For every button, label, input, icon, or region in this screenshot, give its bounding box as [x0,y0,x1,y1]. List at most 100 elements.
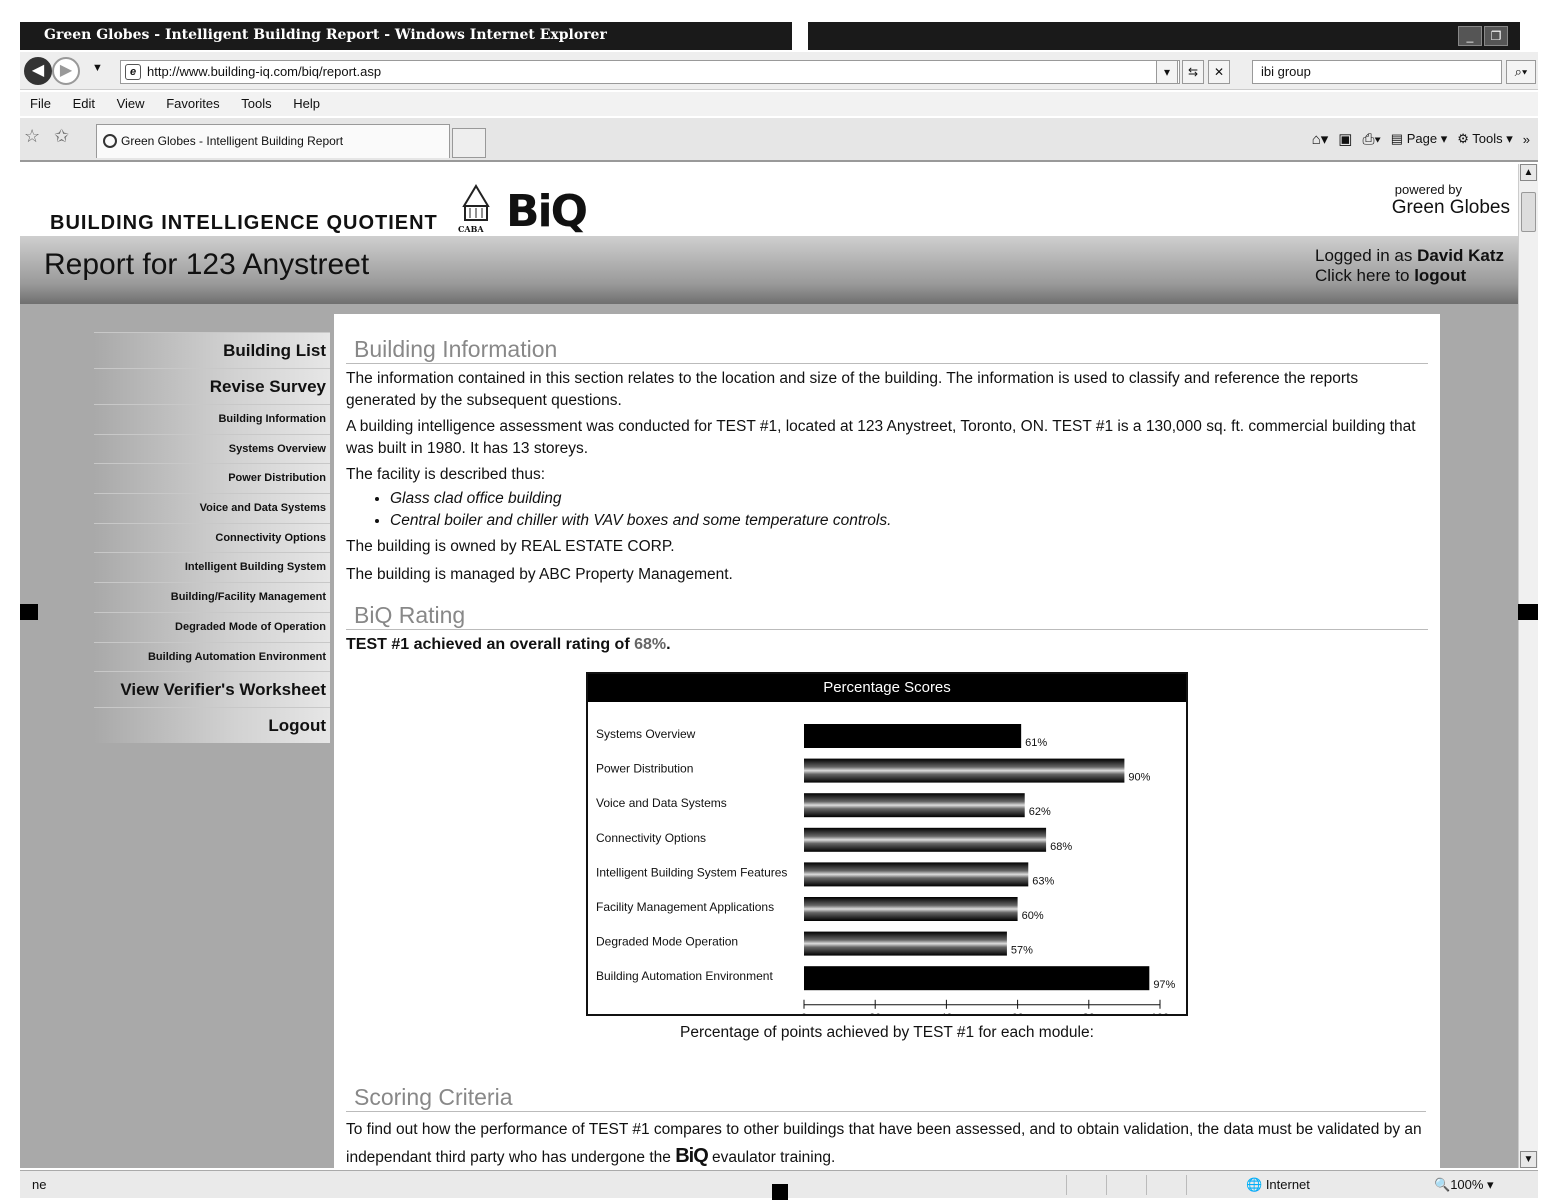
user-name: David Katz [1417,246,1504,265]
address-buttons: ▾ ⇆ ✕ [1156,60,1230,84]
scroll-down-icon[interactable]: ▼ [1520,1151,1537,1168]
menu-edit[interactable]: Edit [73,92,95,116]
window-title: Green Globes - Intelligent Building Repo… [44,27,607,43]
sidebar-item-building-list[interactable]: Building List [94,332,330,368]
tab-green-globes[interactable]: Green Globes - Intelligent Building Repo… [96,124,450,158]
tools-menu[interactable]: ⚙ Tools ▾ [1457,131,1513,147]
sidebar-item-verifier-worksheet[interactable]: View Verifier's Worksheet [94,671,330,708]
page-menu-label: Page [1406,131,1438,146]
building-info-intro: The information contained in this sectio… [346,370,1359,409]
scoring-heading: Scoring Criteria [346,1082,1426,1112]
feeds-icon[interactable]: ▣ [1338,130,1352,148]
sidebar-item-building-information[interactable]: Building Information [94,404,330,434]
scoring-text-before: To find out how the performance of TEST … [346,1121,1422,1166]
tab-label: Green Globes - Intelligent Building Repo… [121,134,344,148]
logged-in-prefix: Logged in as [1314,246,1418,265]
status-divider [1186,1175,1187,1195]
forward-arrow-icon[interactable]: ▶ [52,57,80,85]
security-zone[interactable]: 🌐 Internet [1246,1177,1310,1193]
print-icon[interactable]: ⎙▾ [1362,131,1380,148]
edge-mark [20,604,38,620]
address-row: ◀ ▶ ▼ e http://www.building-iq.com/biq/r… [20,52,1538,90]
tools-menu-label: Tools [1472,131,1503,146]
zone-label: Internet [1265,1177,1310,1192]
sidebar-item-automation-environment[interactable]: Building Automation Environment [94,641,330,672]
brand-name: BUILDING INTELLIGENCE QUOTIENT [50,212,438,234]
data-label: 57% [1011,945,1033,957]
maximize-button[interactable]: ❐ [1484,26,1508,46]
facility-description-list: Glass clad office building Central boile… [390,488,1428,532]
zoom-level[interactable]: 🔍100% ▾ [1434,1177,1494,1193]
status-divider [1066,1175,1067,1195]
rating-percent: 68% [634,636,667,653]
search-input[interactable]: ibi group [1252,60,1502,84]
caba-label: CABA [458,224,484,234]
sidebar-item-logout[interactable]: Logout [94,707,330,744]
menu-tools[interactable]: Tools [241,92,271,116]
data-label: 62% [1029,806,1051,818]
address-url[interactable]: http://www.building-iq.com/biq/report.as… [147,64,381,79]
new-tab-button[interactable] [452,128,486,158]
menu-file[interactable]: File [30,92,51,116]
biq-inline-logo: BiQ [675,1145,709,1167]
x-tick-label: 40 [940,1012,952,1014]
web-page: BUILDING INTELLIGENCE QUOTIENT CABA BiQ … [20,164,1518,1168]
page-icon: e [125,64,141,80]
sidebar-item-facility-management[interactable]: Building/Facility Management [94,582,330,612]
refresh-icon[interactable]: ⇆ [1182,60,1204,84]
sidebar-item-degraded-mode[interactable]: Degraded Mode of Operation [94,611,330,642]
sidebar-item-voice-data[interactable]: Voice and Data Systems [94,493,330,523]
scoring-section: Scoring Criteria To find out how the per… [346,1082,1426,1168]
percentage-scores-chart: Percentage Scores Systems Overview 61% Pow… [586,672,1188,1016]
rating-prefix: TEST #1 achieved an overall rating of [346,636,635,653]
x-tick-label: 80 [1083,1012,1095,1014]
category-label: Degraded Mode Operation [596,935,738,949]
menu-favorites[interactable]: Favorites [166,92,219,116]
menu-help[interactable]: Help [293,92,320,116]
history-dropdown-icon[interactable]: ▼ [92,62,103,74]
minimize-button[interactable]: _ [1458,26,1482,46]
sidebar-item-systems-overview[interactable]: Systems Overview [94,433,330,464]
add-favorites-icon[interactable]: ✩ [54,126,69,147]
close-button[interactable] [1520,22,1538,50]
powered-by: powered by Green Globes [1392,182,1510,219]
page-scrollbar[interactable]: ▲ ▼ [1518,164,1538,1168]
sidebar-item-intelligent-building[interactable]: Intelligent Building System [94,552,330,583]
stop-icon[interactable]: ✕ [1208,60,1230,84]
favorites-star-icon[interactable]: ☆ [24,126,40,147]
chevron-more-icon[interactable]: » [1523,132,1530,147]
category-label: Building Automation Environment [596,969,773,983]
logout-line: Click here to logout [1315,266,1504,286]
tab-bar: ☆ ✩ Green Globes - Intelligent Building … [20,118,1538,162]
search-icon[interactable]: ⌕▾ [1506,60,1536,84]
page-icon-small: ▤ [1390,131,1404,146]
sidebar-item-connectivity[interactable]: Connectivity Options [94,522,330,553]
address-bar[interactable]: e http://www.building-iq.com/biq/report.… [120,60,1180,84]
category-label: Power Distribution [596,762,693,776]
x-tick-label: 60 [1011,1012,1023,1014]
rating-suffix: . [666,636,671,653]
building-info-heading: Building Information [346,334,1428,364]
home-icon[interactable]: ⌂▾ [1312,130,1329,148]
address-dropdown-icon[interactable]: ▾ [1156,60,1178,84]
logout-link[interactable]: logout [1414,266,1466,285]
scoring-text: To find out how the performance of TEST … [346,1116,1426,1168]
powered-by-label: powered by [1394,182,1462,197]
x-tick-label: 0 [801,1012,807,1014]
scroll-up-icon[interactable]: ▲ [1520,164,1537,181]
bar [804,827,1047,852]
menu-view[interactable]: View [117,92,145,116]
page-menu[interactable]: ▤ Page ▾ [1391,131,1447,147]
back-arrow-icon[interactable]: ◀ [24,57,52,85]
data-label: 60% [1022,910,1044,922]
scroll-thumb[interactable] [1521,192,1536,232]
sidebar-item-revise-survey[interactable]: Revise Survey [94,368,330,404]
window-controls: _ ❐ [1458,26,1508,46]
status-text: ne [32,1177,47,1192]
sidebar-item-power-distribution[interactable]: Power Distribution [94,463,330,494]
chart-title: Percentage Scores [588,674,1186,702]
zoom-icon: 🔍 [1434,1177,1451,1192]
category-label: Voice and Data Systems [596,796,727,810]
overall-rating: TEST #1 achieved an overall rating of 68… [346,636,1428,654]
bar [804,931,1007,956]
